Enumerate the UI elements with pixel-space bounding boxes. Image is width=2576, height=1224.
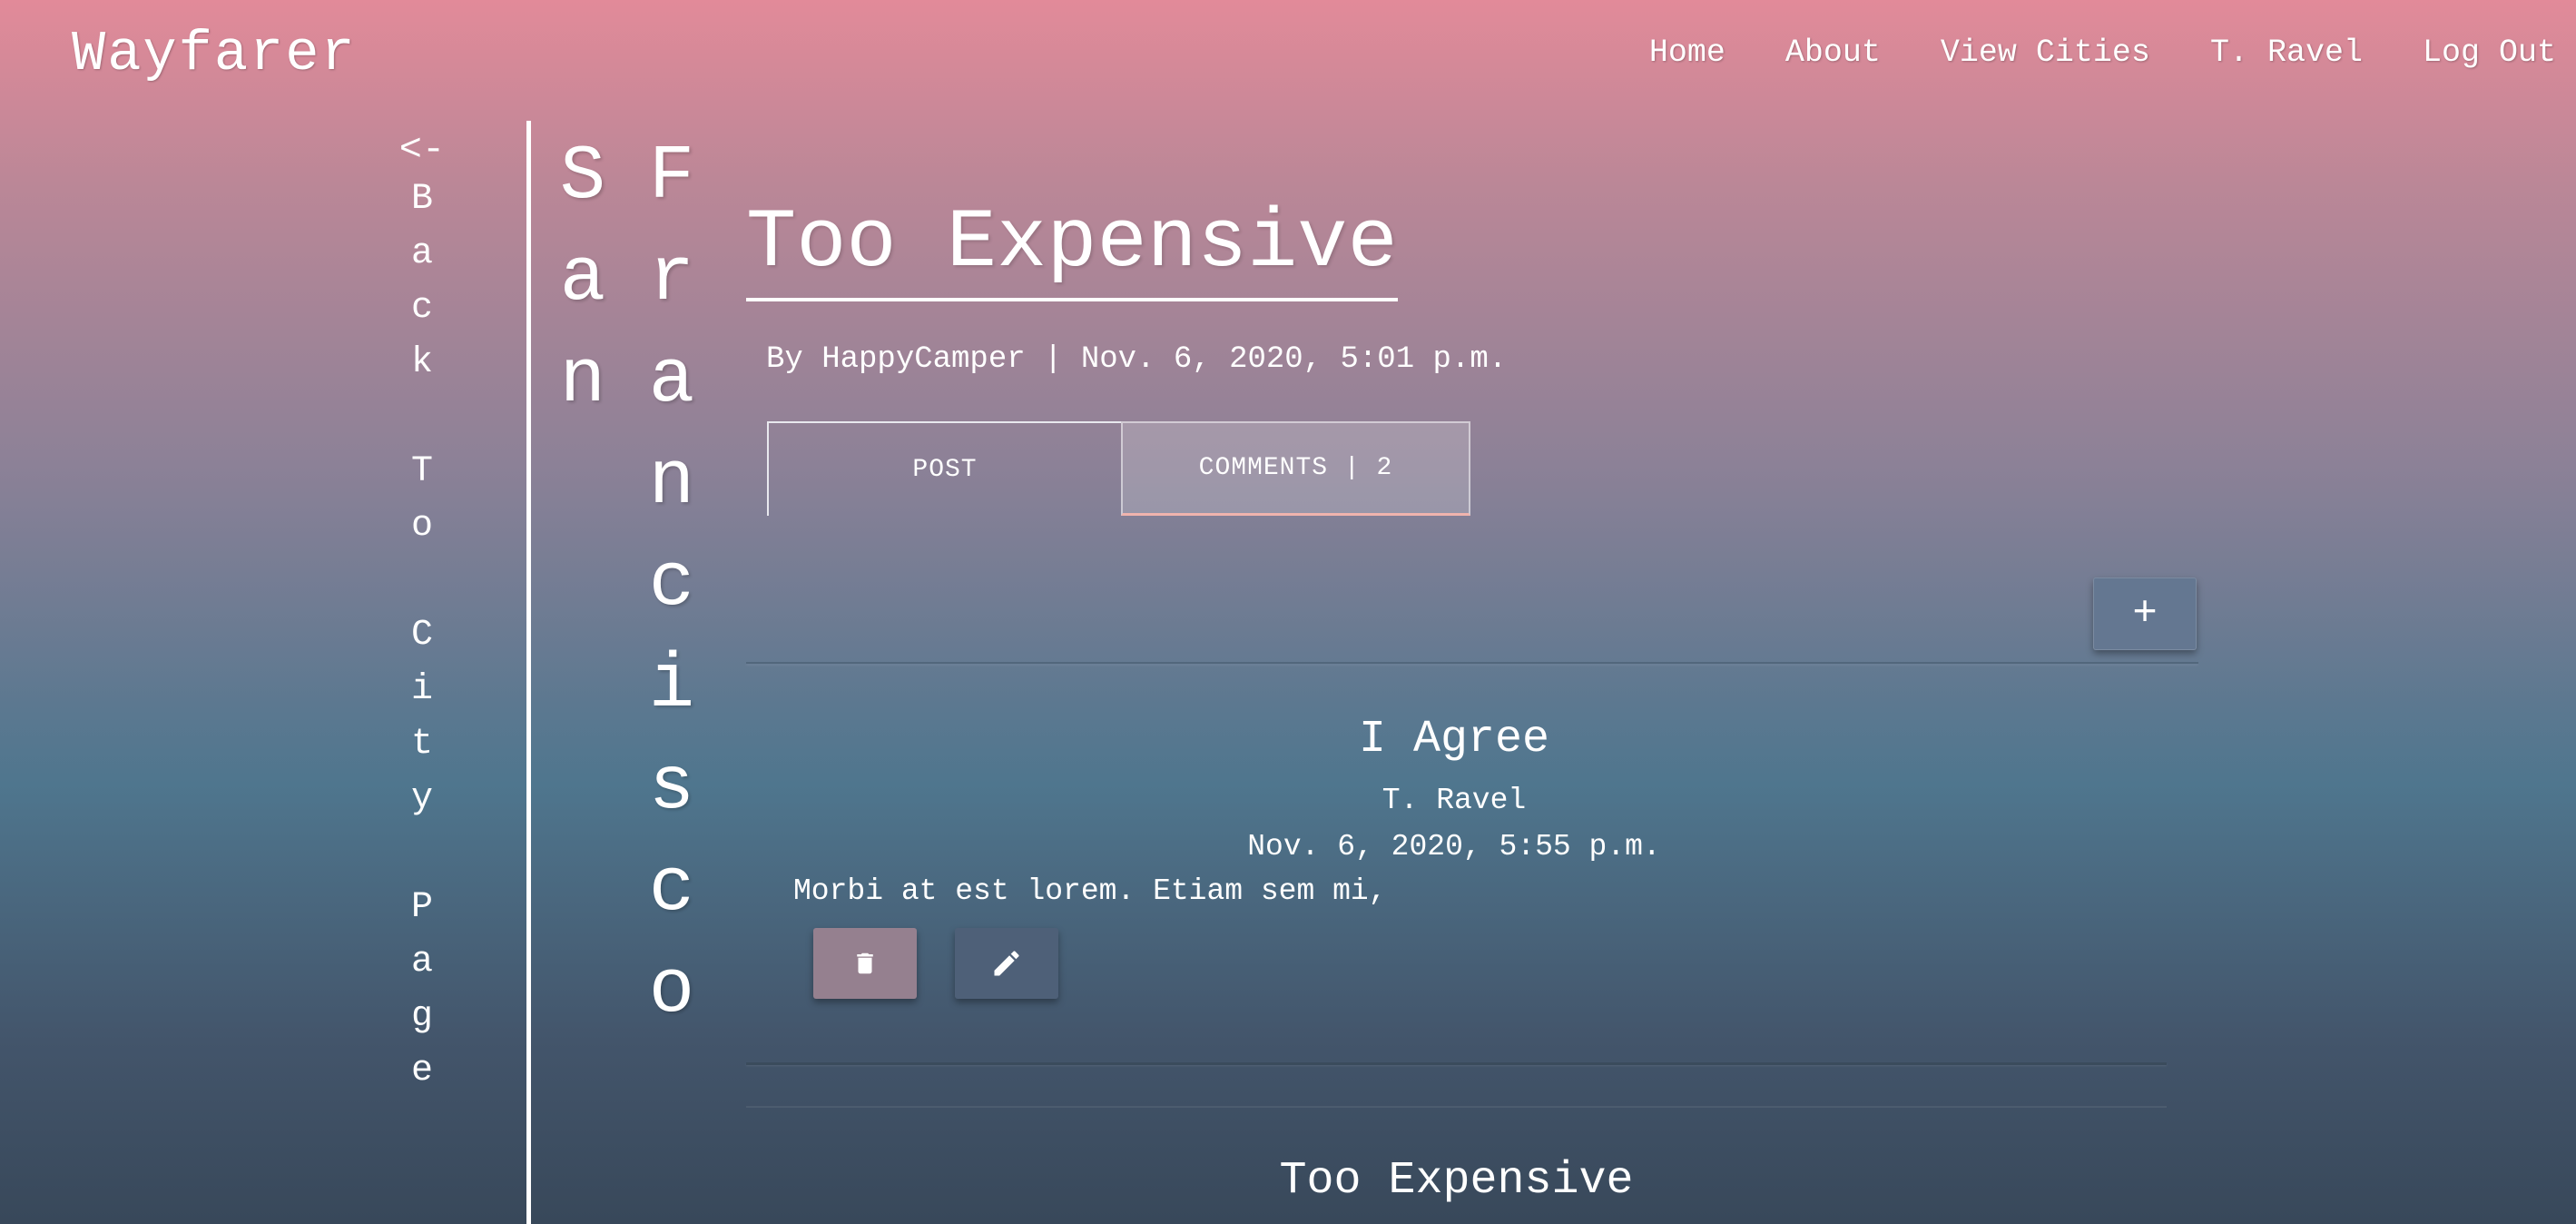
main-nav: Home About View Cities T. Ravel Log Out [1649,35,2556,71]
tab-comments[interactable]: COMMENTS | 2 [1121,421,1470,516]
comment-actions [813,928,2162,999]
back-to-city-label: B a c k T o C i t y P a g e [410,179,433,1091]
comment-card: I Agree T. Ravel Nov. 6, 2020, 5:55 p.m.… [746,714,2162,999]
edit-comment-button[interactable] [955,928,1058,999]
city-name-vertical: S a n F r a n c i s c o [556,127,698,1042]
comment-title: Too Expensive [1279,1155,1634,1207]
post-title: Too Expensive [746,189,1398,301]
vertical-divider [526,121,531,1224]
city-word-1: S a n [559,134,606,424]
tab-post[interactable]: POST [767,421,1121,516]
nav-home[interactable]: Home [1649,35,1726,71]
brand-logo[interactable]: Wayfarer [72,22,357,86]
nav-about[interactable]: About [1785,35,1881,71]
add-comment-button[interactable]: + [2093,577,2197,650]
comment-author: T. Ravel [1381,784,1527,817]
back-to-city-link[interactable]: <- B a c k T o C i t y P a g e [381,127,463,1099]
comment-body: Morbi at est lorem. Etiam sem mi, [793,874,1387,908]
nav-logout[interactable]: Log Out [2423,35,2556,71]
post-byline: By HappyCamper | Nov. 6, 2020, 5:01 p.m. [766,342,1508,377]
comment-date: Nov. 6, 2020, 5:55 p.m. [1247,830,1661,864]
comment-title: I Agree [1358,714,1550,765]
nav-view-cities[interactable]: View Cities [1941,35,2150,71]
nav-profile[interactable]: T. Ravel [2210,35,2363,71]
trash-icon [857,953,873,974]
city-word-2: F r a n c i s c o [648,134,695,1034]
post-tabs: POST COMMENTS | 2 [767,421,1470,516]
delete-comment-button[interactable] [813,928,917,999]
back-arrow: <- [398,128,446,172]
comment-divider [746,1062,2167,1065]
comments-divider [746,662,2198,664]
comment-divider-faint [746,1106,2167,1108]
pencil-icon [994,951,1019,976]
